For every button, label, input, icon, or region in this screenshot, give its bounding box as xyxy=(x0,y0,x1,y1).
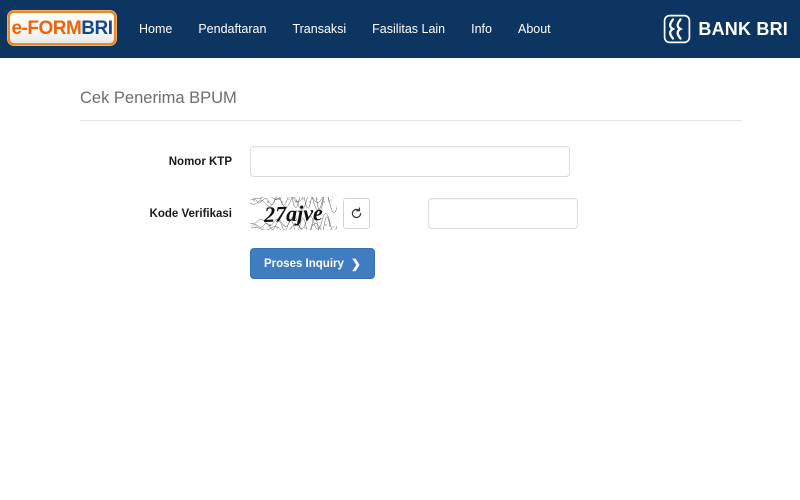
captcha-refresh-button[interactable] xyxy=(343,198,370,229)
nav-item-fasilitas-lain[interactable]: Fasilitas Lain xyxy=(359,16,458,42)
title-divider xyxy=(80,120,742,121)
main-navigation: Home Pendaftaran Transaksi Fasilitas Lai… xyxy=(126,0,564,58)
logo-eform-part: e-FORM xyxy=(11,17,82,39)
proses-inquiry-label: Proses Inquiry xyxy=(264,257,344,270)
bank-bri-logo: BANK BRI xyxy=(663,13,788,45)
captcha-code-text: 27ajve xyxy=(264,199,323,227)
bank-bri-logo-text: BANK BRI xyxy=(698,18,788,39)
captcha-image: 27ajve xyxy=(250,197,337,230)
eform-bri-logo-text: e-FORMBRI xyxy=(11,17,113,39)
kode-verifikasi-input[interactable] xyxy=(428,198,578,229)
logo-bri-part: BRI xyxy=(81,17,113,39)
label-kode-verifikasi: Kode Verifikasi xyxy=(149,207,232,220)
nav-item-transaksi[interactable]: Transaksi xyxy=(279,16,359,42)
nav-item-pendaftaran[interactable]: Pendaftaran xyxy=(185,16,279,42)
form-row-captcha: Kode Verifikasi 27ajve xyxy=(0,197,578,230)
nav-item-info[interactable]: Info xyxy=(458,16,505,42)
site-header: e-FORMBRI Home Pendaftaran Transaksi Fas… xyxy=(0,0,800,58)
main-content: Cek Penerima BPUM Nomor KTP Kode Verifik… xyxy=(0,58,800,500)
form-row-ktp: Nomor KTP xyxy=(0,146,570,177)
proses-inquiry-button[interactable]: Proses Inquiry ❯ xyxy=(250,248,375,279)
page-title: Cek Penerima BPUM xyxy=(80,89,237,107)
nav-item-about[interactable]: About xyxy=(505,16,564,42)
nav-item-home[interactable]: Home xyxy=(126,16,185,42)
chevron-right-icon: ❯ xyxy=(350,256,361,271)
bank-bri-mark-icon xyxy=(664,14,691,44)
page-root: e-FORMBRI Home Pendaftaran Transaksi Fas… xyxy=(0,0,800,500)
nomor-ktp-input[interactable] xyxy=(250,146,570,177)
label-nomor-ktp: Nomor KTP xyxy=(168,155,232,168)
eform-bri-logo[interactable]: e-FORMBRI xyxy=(8,11,116,45)
refresh-icon xyxy=(351,207,362,219)
